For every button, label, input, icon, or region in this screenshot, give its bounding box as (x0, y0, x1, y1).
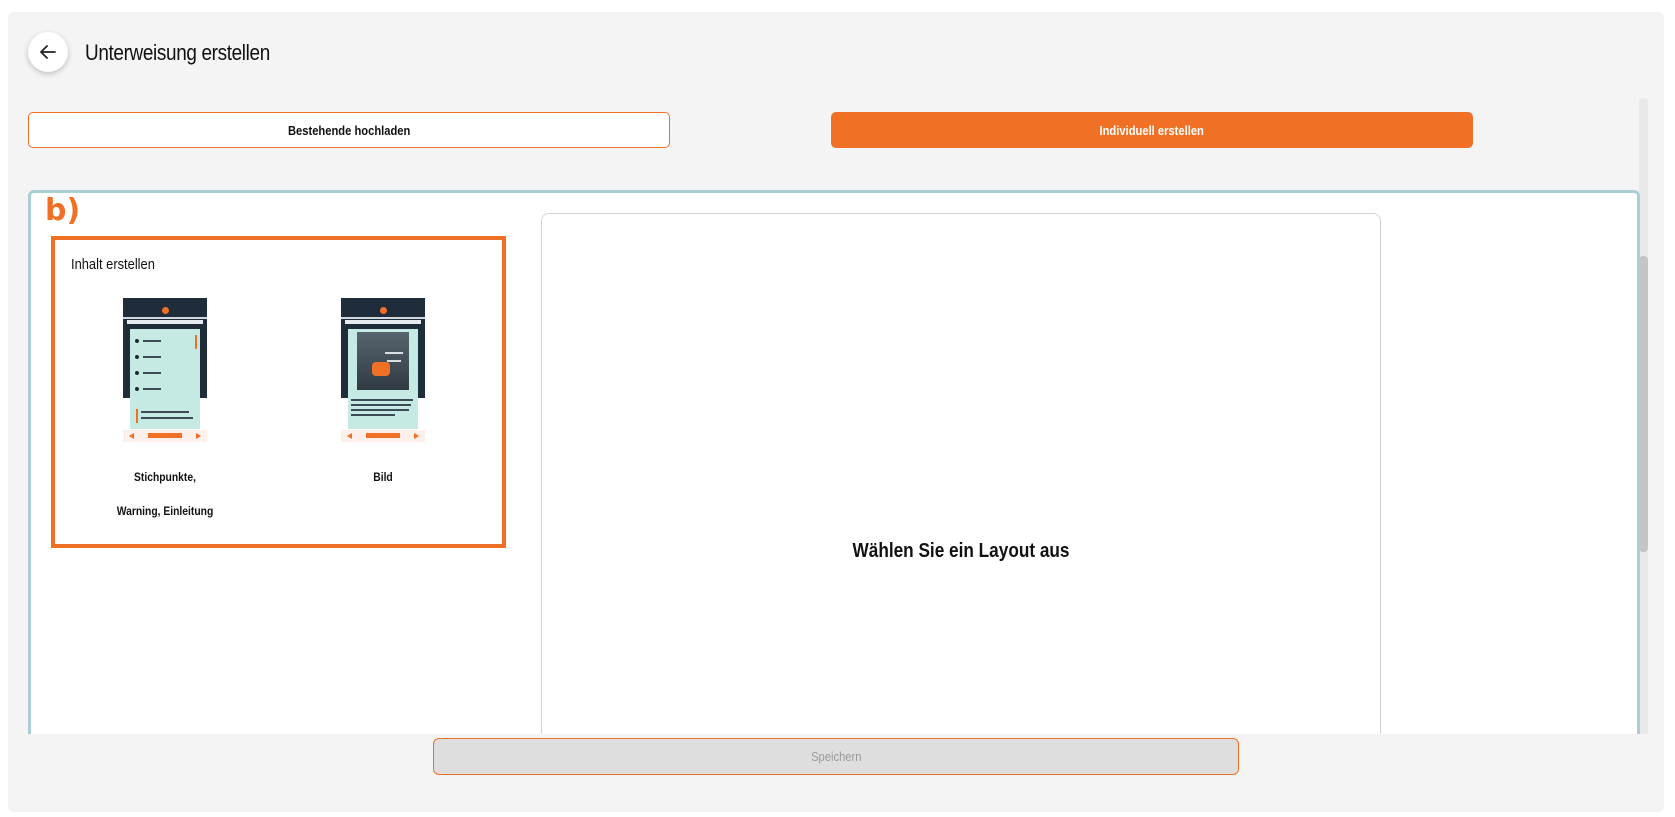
layout-option-image[interactable]: Bild (273, 298, 493, 494)
app-window: Unterweisung erstellen Bestehende hochla… (8, 12, 1664, 812)
editor-workspace: b) Inhalt erstellen Stichpunkte, Warning… (28, 190, 1640, 812)
layout-preview-panel: Wählen Sie ein Layout aus (541, 213, 1381, 773)
annotation-label: b) (45, 193, 81, 228)
save-button[interactable]: Speichern (433, 738, 1239, 775)
bullet-list-layout-thumbnail (123, 298, 207, 442)
image-layout-thumbnail (341, 298, 425, 442)
layout-caption-image: Bild (373, 470, 393, 484)
preview-placeholder-message: Wählen Sie ein Layout aus (852, 540, 1070, 562)
content-panel: Inhalt erstellen Stichpunkte, Warning, E… (51, 236, 506, 548)
arrow-left-icon (40, 45, 56, 59)
upload-existing-button[interactable]: Bestehende hochladen (28, 112, 670, 148)
content-panel-title: Inhalt erstellen (71, 256, 155, 273)
page-title: Unterweisung erstellen (85, 40, 270, 65)
create-individual-button[interactable]: Individuell erstellen (831, 112, 1473, 148)
create-individual-label: Individuell erstellen (1099, 122, 1205, 138)
layout-option-bullets[interactable]: Stichpunkte, Warning, Einleitung (55, 298, 275, 528)
back-button[interactable] (28, 32, 68, 72)
vertical-scrollbar[interactable] (1639, 98, 1648, 788)
layout-caption-bullets: Stichpunkte, Warning, Einleitung (116, 470, 214, 518)
scrollbar-thumb[interactable] (1639, 256, 1648, 552)
upload-existing-label: Bestehende hochladen (287, 122, 411, 138)
save-label: Speichern (810, 749, 862, 764)
